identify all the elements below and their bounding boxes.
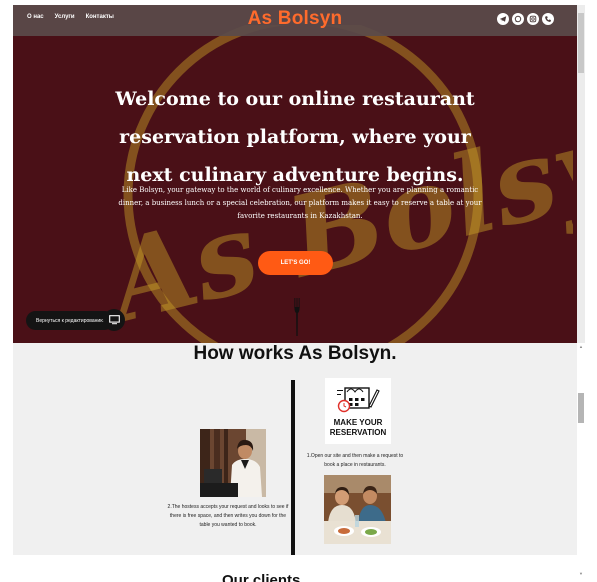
calendar-clock-icon bbox=[337, 387, 380, 413]
telegram-icon[interactable] bbox=[497, 13, 509, 25]
hero-description: Like Bolsyn, your gateway to the world o… bbox=[118, 186, 482, 220]
site-logo[interactable]: As Bolsyn bbox=[13, 8, 577, 30]
page-scrollbar[interactable]: ▲ ▼ bbox=[577, 343, 585, 582]
step-2-text: 2.The hostess accepts your request and l… bbox=[167, 504, 289, 528]
lets-go-button[interactable]: LET'S GO! bbox=[258, 251, 333, 275]
scrollbar-thumb[interactable] bbox=[578, 393, 584, 423]
hero-section: As Bolsyn! О нас Услуги Контакты As Bols… bbox=[13, 5, 577, 343]
page: As Bolsyn! О нас Услуги Контакты As Bols… bbox=[0, 0, 597, 582]
editor-button[interactable] bbox=[103, 309, 125, 331]
dinner-illustration bbox=[324, 475, 391, 544]
next-section-title: Our clients bbox=[222, 572, 301, 582]
hero-title: Welcome to our online restaurant reserva… bbox=[115, 88, 475, 186]
social-links bbox=[497, 13, 554, 25]
make-reservation-image: MAKE YOUR RESERVATION bbox=[325, 378, 391, 444]
phone-icon[interactable] bbox=[542, 13, 554, 25]
instagram-icon[interactable] bbox=[527, 13, 539, 25]
scroll-up-icon[interactable]: ▲ bbox=[579, 344, 583, 349]
whatsapp-icon[interactable] bbox=[512, 13, 524, 25]
top-navbar: О нас Услуги Контакты As Bolsyn bbox=[13, 5, 577, 36]
monitor-icon bbox=[108, 315, 120, 325]
timeline-divider bbox=[291, 380, 295, 555]
step-1-text: 1.Open our site and then make a request … bbox=[306, 453, 404, 468]
back-to-edit-button[interactable]: Вернуться к редактированию bbox=[26, 311, 114, 330]
section-title: How works As Bolsyn. bbox=[193, 343, 397, 364]
how-it-works-section: How works As Bolsyn. MAKE YOUR RESERVATI… bbox=[13, 343, 577, 555]
reservation-label: MAKE YOUR RESERVATION bbox=[329, 418, 387, 437]
hostess-illustration bbox=[200, 429, 266, 497]
dinner-photo bbox=[324, 475, 391, 544]
hostess-photo bbox=[200, 429, 266, 497]
scrollbar-thumb[interactable] bbox=[578, 13, 584, 73]
scroll-down-icon[interactable]: ▼ bbox=[579, 571, 583, 576]
fork-icon bbox=[294, 298, 300, 336]
hero-scrollbar[interactable] bbox=[577, 5, 585, 343]
